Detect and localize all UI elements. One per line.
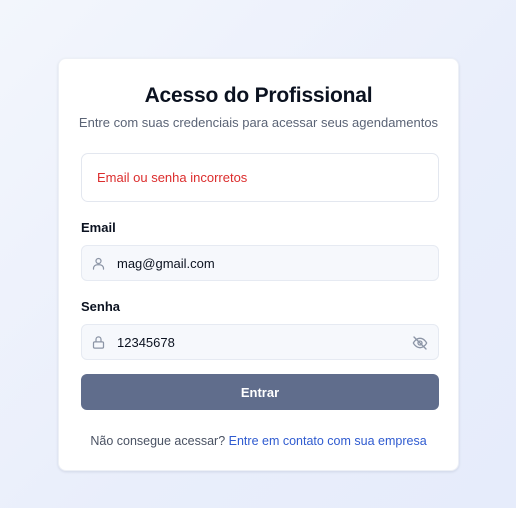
error-alert: Email ou senha incorretos [81,153,439,202]
page-title: Acesso do Profissional [144,84,373,107]
email-field-wrapper [81,245,439,281]
lock-icon [92,336,105,349]
page-subtitle: Entre com suas credenciais para acessar … [78,115,439,130]
email-field[interactable] [117,246,407,280]
error-message: Email ou senha incorretos [97,170,248,185]
email-label: Email [81,220,116,235]
password-field-wrapper [81,324,439,360]
user-icon [92,257,105,270]
footer-text: Não consegue acessar? [90,434,226,448]
footer-help: Não consegue acessar? Entre em contato c… [59,434,458,448]
password-field[interactable] [117,325,407,359]
password-label: Senha [81,299,121,314]
contact-company-link[interactable]: Entre em contato com sua empresa [229,434,427,448]
eye-off-icon[interactable] [412,335,428,351]
submit-button[interactable]: Entrar [81,374,439,410]
login-card: Acesso do Profissional Entre com suas cr… [58,58,459,471]
